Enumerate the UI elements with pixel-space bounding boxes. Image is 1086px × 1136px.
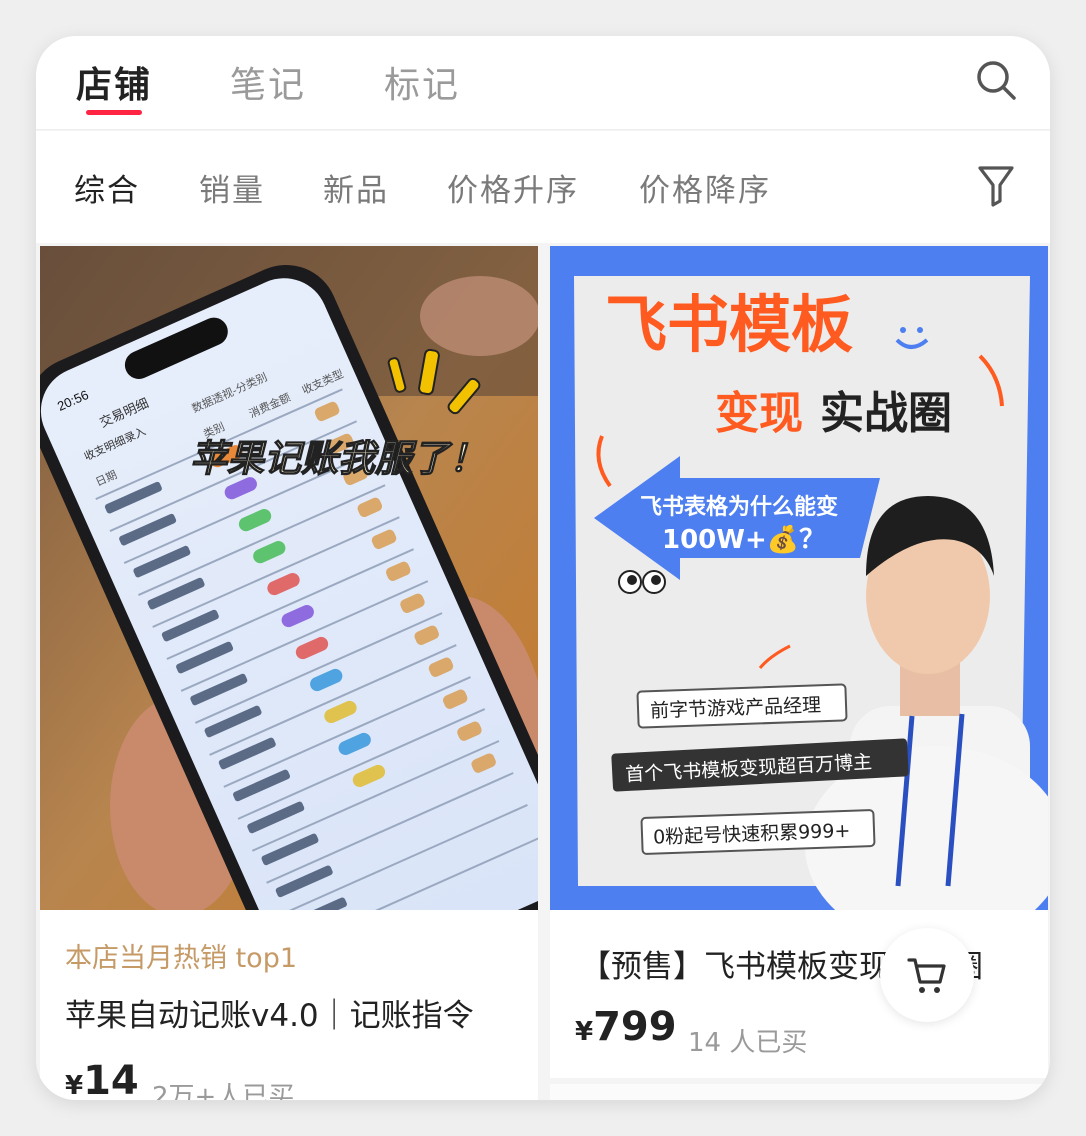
tab-shop[interactable]: 店铺	[76, 56, 152, 108]
tab-marks[interactable]: 标记	[384, 56, 460, 108]
currency-symbol: ¥	[575, 1017, 594, 1047]
cart-icon	[907, 958, 946, 993]
search-icon	[977, 61, 1016, 100]
filter-button[interactable]	[976, 163, 1016, 209]
poster-headline-2b: 实战圈	[820, 388, 952, 439]
poster-question-2: 100W+💰？	[662, 524, 825, 555]
sold-count: 14 人已买	[688, 1028, 808, 1058]
product-image[interactable]: 飞书模板 变现 实战圈 飞书表格为什么能变 100W+💰？ 前字节游戏产品经理 …	[550, 246, 1048, 946]
poster-question-1: 飞书表格为什么能变	[640, 494, 838, 520]
price-amount: 799	[593, 1004, 677, 1050]
product-card[interactable]: 飞书模板 变现 实战圈 飞书表格为什么能变 100W+💰？ 前字节游戏产品经理 …	[550, 246, 1048, 1078]
top-tab-bar: 店铺 笔记 标记	[36, 36, 1050, 130]
tab-notes[interactable]: 笔记	[230, 56, 306, 108]
sort-sales[interactable]: 销量	[199, 165, 265, 210]
price-amount: 14	[83, 1058, 139, 1100]
product-card[interactable]: 20:56 交易明细 收支明细录入 数据透视-分类别 日期 类别 消费金额 收支…	[40, 246, 538, 1100]
hot-sale-tag: 本店当月热销 top1	[65, 943, 298, 974]
currency-symbol: ¥	[65, 1071, 84, 1100]
sort-bar: 综合 销量 新品 价格升序 价格降序	[36, 131, 1050, 243]
poster-headline-1: 飞书模板	[605, 288, 853, 361]
sort-new[interactable]: 新品	[323, 165, 389, 210]
search-button[interactable]	[974, 58, 1018, 102]
course-poster: 飞书模板 变现 实战圈 飞书表格为什么能变 100W+💰？ 前字节游戏产品经理 …	[550, 246, 1048, 946]
cart-button[interactable]	[880, 928, 974, 1022]
active-tab-indicator	[86, 110, 142, 115]
sort-price-desc[interactable]: 价格降序	[639, 165, 771, 210]
product-price: ¥799	[575, 1004, 677, 1050]
image-caption: 苹果记账我服了！	[190, 437, 486, 480]
sort-comprehensive[interactable]: 综合	[74, 165, 140, 210]
sort-price-asc[interactable]: 价格升序	[447, 165, 579, 210]
product-price: ¥14	[65, 1058, 139, 1100]
product-title[interactable]: 苹果自动记账v4.0｜记账指令	[65, 990, 474, 1035]
poster-headline-2a: 变现	[715, 388, 803, 439]
next-card-peek	[550, 1084, 1048, 1100]
product-image[interactable]: 20:56 交易明细 收支明细录入 数据透视-分类别 日期 类别 消费金额 收支…	[40, 246, 538, 1006]
sold-count: 2万+人已买	[152, 1082, 295, 1100]
filter-icon	[978, 166, 1014, 207]
phone-photo: 20:56 交易明细 收支明细录入 数据透视-分类别 日期 类别 消费金额 收支…	[40, 246, 538, 1006]
